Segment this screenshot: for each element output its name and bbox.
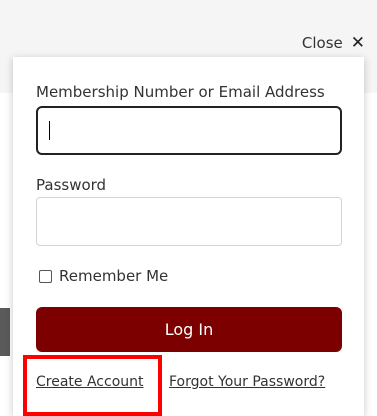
login-page: Close ✕ Membership Number or Email Addre…: [0, 0, 377, 416]
highlight-box: [23, 355, 162, 416]
text-caret: [49, 121, 50, 140]
close-label: Close: [301, 34, 343, 52]
login-button[interactable]: Log In: [36, 307, 342, 352]
close-icon: ✕: [350, 32, 365, 53]
remember-me-checkbox[interactable]: [39, 269, 52, 283]
password-label: Password: [36, 176, 107, 194]
background-text-fragment: [0, 308, 10, 356]
forgot-password-link[interactable]: Forgot Your Password?: [169, 374, 325, 390]
email-field[interactable]: [36, 106, 342, 155]
remember-me-option[interactable]: Remember Me: [39, 267, 168, 285]
password-field[interactable]: [36, 197, 342, 246]
close-button[interactable]: Close ✕: [302, 34, 365, 52]
email-label: Membership Number or Email Address: [36, 83, 325, 101]
remember-me-label: Remember Me: [59, 267, 169, 285]
